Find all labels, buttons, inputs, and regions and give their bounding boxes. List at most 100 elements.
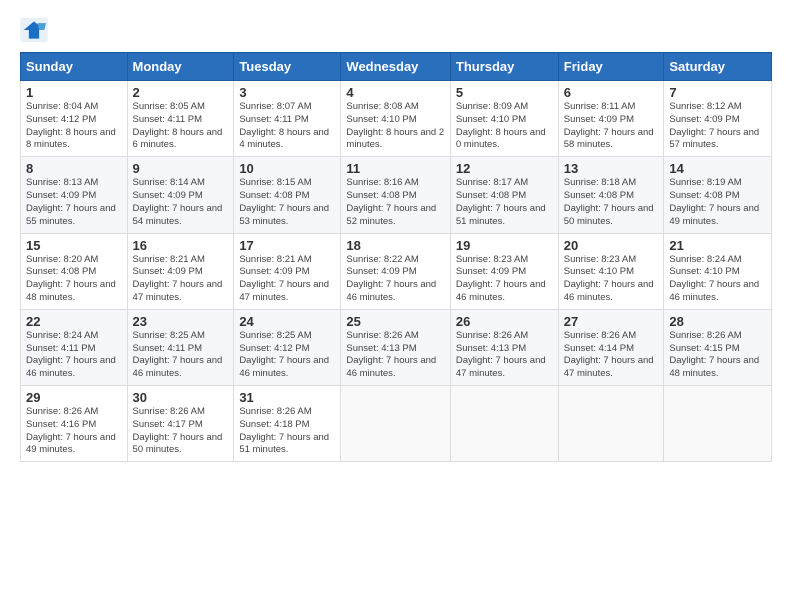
day-detail: Sunrise: 8:05 AMSunset: 4:11 PMDaylight:…	[133, 101, 229, 152]
day-detail: Sunrise: 8:24 AMSunset: 4:10 PMDaylight:…	[669, 254, 766, 305]
week-row-4: 22Sunrise: 8:24 AMSunset: 4:11 PMDayligh…	[21, 309, 772, 385]
logo	[20, 18, 52, 42]
calendar-cell: 24Sunrise: 8:25 AMSunset: 4:12 PMDayligh…	[234, 309, 341, 385]
calendar-cell	[558, 386, 664, 462]
calendar-cell: 4Sunrise: 8:08 AMSunset: 4:10 PMDaylight…	[341, 81, 450, 157]
calendar-cell: 9Sunrise: 8:14 AMSunset: 4:09 PMDaylight…	[127, 157, 234, 233]
day-detail: Sunrise: 8:18 AMSunset: 4:08 PMDaylight:…	[564, 177, 659, 228]
calendar-cell: 11Sunrise: 8:16 AMSunset: 4:08 PMDayligh…	[341, 157, 450, 233]
day-detail: Sunrise: 8:20 AMSunset: 4:08 PMDaylight:…	[26, 254, 122, 305]
day-detail: Sunrise: 8:26 AMSunset: 4:13 PMDaylight:…	[346, 330, 444, 381]
day-number: 4	[346, 85, 444, 100]
day-number: 5	[456, 85, 553, 100]
page: SundayMondayTuesdayWednesdayThursdayFrid…	[0, 0, 792, 612]
day-number: 27	[564, 314, 659, 329]
calendar-cell: 5Sunrise: 8:09 AMSunset: 4:10 PMDaylight…	[450, 81, 558, 157]
day-number: 13	[564, 161, 659, 176]
day-detail: Sunrise: 8:26 AMSunset: 4:18 PMDaylight:…	[239, 406, 335, 457]
calendar-cell: 8Sunrise: 8:13 AMSunset: 4:09 PMDaylight…	[21, 157, 128, 233]
day-detail: Sunrise: 8:26 AMSunset: 4:13 PMDaylight:…	[456, 330, 553, 381]
calendar-cell	[341, 386, 450, 462]
calendar-table: SundayMondayTuesdayWednesdayThursdayFrid…	[20, 52, 772, 462]
day-detail: Sunrise: 8:21 AMSunset: 4:09 PMDaylight:…	[133, 254, 229, 305]
day-number: 21	[669, 238, 766, 253]
day-detail: Sunrise: 8:23 AMSunset: 4:10 PMDaylight:…	[564, 254, 659, 305]
day-detail: Sunrise: 8:09 AMSunset: 4:10 PMDaylight:…	[456, 101, 553, 152]
day-detail: Sunrise: 8:24 AMSunset: 4:11 PMDaylight:…	[26, 330, 122, 381]
week-row-1: 1Sunrise: 8:04 AMSunset: 4:12 PMDaylight…	[21, 81, 772, 157]
day-detail: Sunrise: 8:25 AMSunset: 4:11 PMDaylight:…	[133, 330, 229, 381]
col-header-saturday: Saturday	[664, 53, 772, 81]
day-number: 15	[26, 238, 122, 253]
day-detail: Sunrise: 8:21 AMSunset: 4:09 PMDaylight:…	[239, 254, 335, 305]
day-detail: Sunrise: 8:12 AMSunset: 4:09 PMDaylight:…	[669, 101, 766, 152]
day-number: 29	[26, 390, 122, 405]
calendar-cell: 17Sunrise: 8:21 AMSunset: 4:09 PMDayligh…	[234, 233, 341, 309]
calendar-cell: 10Sunrise: 8:15 AMSunset: 4:08 PMDayligh…	[234, 157, 341, 233]
logo-icon	[20, 18, 48, 42]
day-number: 22	[26, 314, 122, 329]
day-number: 1	[26, 85, 122, 100]
col-header-tuesday: Tuesday	[234, 53, 341, 81]
day-number: 25	[346, 314, 444, 329]
day-detail: Sunrise: 8:22 AMSunset: 4:09 PMDaylight:…	[346, 254, 444, 305]
week-row-2: 8Sunrise: 8:13 AMSunset: 4:09 PMDaylight…	[21, 157, 772, 233]
calendar-cell: 28Sunrise: 8:26 AMSunset: 4:15 PMDayligh…	[664, 309, 772, 385]
week-row-3: 15Sunrise: 8:20 AMSunset: 4:08 PMDayligh…	[21, 233, 772, 309]
calendar-cell: 18Sunrise: 8:22 AMSunset: 4:09 PMDayligh…	[341, 233, 450, 309]
calendar-cell: 27Sunrise: 8:26 AMSunset: 4:14 PMDayligh…	[558, 309, 664, 385]
calendar-cell: 6Sunrise: 8:11 AMSunset: 4:09 PMDaylight…	[558, 81, 664, 157]
day-number: 17	[239, 238, 335, 253]
day-number: 19	[456, 238, 553, 253]
header	[20, 18, 772, 42]
day-detail: Sunrise: 8:25 AMSunset: 4:12 PMDaylight:…	[239, 330, 335, 381]
col-header-friday: Friday	[558, 53, 664, 81]
day-detail: Sunrise: 8:26 AMSunset: 4:14 PMDaylight:…	[564, 330, 659, 381]
calendar-cell: 20Sunrise: 8:23 AMSunset: 4:10 PMDayligh…	[558, 233, 664, 309]
day-number: 9	[133, 161, 229, 176]
day-number: 20	[564, 238, 659, 253]
calendar-cell: 1Sunrise: 8:04 AMSunset: 4:12 PMDaylight…	[21, 81, 128, 157]
calendar-cell: 2Sunrise: 8:05 AMSunset: 4:11 PMDaylight…	[127, 81, 234, 157]
day-detail: Sunrise: 8:23 AMSunset: 4:09 PMDaylight:…	[456, 254, 553, 305]
day-number: 2	[133, 85, 229, 100]
day-number: 11	[346, 161, 444, 176]
calendar-cell: 21Sunrise: 8:24 AMSunset: 4:10 PMDayligh…	[664, 233, 772, 309]
calendar-cell: 3Sunrise: 8:07 AMSunset: 4:11 PMDaylight…	[234, 81, 341, 157]
calendar-cell	[664, 386, 772, 462]
day-number: 28	[669, 314, 766, 329]
day-detail: Sunrise: 8:26 AMSunset: 4:16 PMDaylight:…	[26, 406, 122, 457]
day-number: 31	[239, 390, 335, 405]
day-detail: Sunrise: 8:04 AMSunset: 4:12 PMDaylight:…	[26, 101, 122, 152]
calendar-cell: 23Sunrise: 8:25 AMSunset: 4:11 PMDayligh…	[127, 309, 234, 385]
day-number: 16	[133, 238, 229, 253]
calendar-cell: 12Sunrise: 8:17 AMSunset: 4:08 PMDayligh…	[450, 157, 558, 233]
day-detail: Sunrise: 8:14 AMSunset: 4:09 PMDaylight:…	[133, 177, 229, 228]
calendar-cell: 7Sunrise: 8:12 AMSunset: 4:09 PMDaylight…	[664, 81, 772, 157]
week-row-5: 29Sunrise: 8:26 AMSunset: 4:16 PMDayligh…	[21, 386, 772, 462]
col-header-thursday: Thursday	[450, 53, 558, 81]
day-number: 18	[346, 238, 444, 253]
day-detail: Sunrise: 8:07 AMSunset: 4:11 PMDaylight:…	[239, 101, 335, 152]
calendar-cell: 31Sunrise: 8:26 AMSunset: 4:18 PMDayligh…	[234, 386, 341, 462]
calendar-cell: 13Sunrise: 8:18 AMSunset: 4:08 PMDayligh…	[558, 157, 664, 233]
calendar-cell	[450, 386, 558, 462]
calendar-cell: 15Sunrise: 8:20 AMSunset: 4:08 PMDayligh…	[21, 233, 128, 309]
calendar-cell: 29Sunrise: 8:26 AMSunset: 4:16 PMDayligh…	[21, 386, 128, 462]
day-number: 8	[26, 161, 122, 176]
col-header-sunday: Sunday	[21, 53, 128, 81]
day-detail: Sunrise: 8:13 AMSunset: 4:09 PMDaylight:…	[26, 177, 122, 228]
calendar-cell: 26Sunrise: 8:26 AMSunset: 4:13 PMDayligh…	[450, 309, 558, 385]
calendar-cell: 22Sunrise: 8:24 AMSunset: 4:11 PMDayligh…	[21, 309, 128, 385]
calendar-header-row: SundayMondayTuesdayWednesdayThursdayFrid…	[21, 53, 772, 81]
day-number: 3	[239, 85, 335, 100]
day-number: 23	[133, 314, 229, 329]
day-number: 6	[564, 85, 659, 100]
day-number: 14	[669, 161, 766, 176]
day-number: 7	[669, 85, 766, 100]
day-number: 12	[456, 161, 553, 176]
day-detail: Sunrise: 8:17 AMSunset: 4:08 PMDaylight:…	[456, 177, 553, 228]
day-number: 24	[239, 314, 335, 329]
calendar-cell: 25Sunrise: 8:26 AMSunset: 4:13 PMDayligh…	[341, 309, 450, 385]
col-header-wednesday: Wednesday	[341, 53, 450, 81]
